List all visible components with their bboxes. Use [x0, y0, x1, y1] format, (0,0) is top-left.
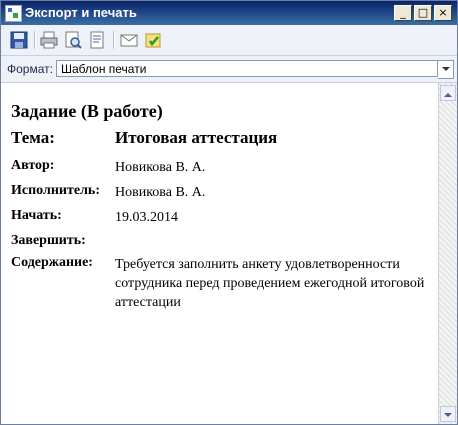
chevron-down-icon[interactable]: [438, 60, 454, 79]
field-row-finish: Завершить:: [11, 233, 431, 249]
theme-label: Тема:: [11, 128, 55, 147]
export-icon[interactable]: [143, 30, 163, 50]
field-value: Новикова В. А.: [115, 160, 206, 175]
theme-value: Итоговая аттестация: [115, 128, 278, 147]
field-label: Завершить:: [11, 233, 86, 248]
theme-row: Тема: Итоговая аттестация: [11, 128, 431, 148]
print-icon[interactable]: [39, 30, 59, 50]
print-preview-icon[interactable]: [63, 30, 83, 50]
scroll-up-icon[interactable]: [440, 85, 456, 101]
field-label: Начать:: [11, 208, 62, 223]
window-controls: _ □ ×: [394, 5, 452, 21]
field-value: 19.03.2014: [115, 210, 178, 225]
maximize-button[interactable]: □: [414, 5, 432, 21]
app-icon: [5, 5, 22, 22]
field-row-author: Автор: Новикова В. А.: [11, 158, 431, 177]
format-label: Формат:: [7, 62, 53, 76]
page-setup-icon[interactable]: [87, 30, 107, 50]
field-value: Требуется заполнить анкету удовлетворенн…: [115, 257, 425, 310]
field-value: [115, 233, 431, 249]
title-bar[interactable]: Экспорт и печать _ □ ×: [1, 1, 457, 25]
export-print-window: Экспорт и печать _ □ × Формат: Шаблон пе…: [0, 0, 458, 425]
format-select[interactable]: Шаблон печати: [56, 60, 438, 77]
field-row-content: Содержание: Требуется заполнить анкету у…: [11, 255, 431, 312]
field-label: Содержание:: [11, 255, 93, 270]
field-row-start: Начать: 19.03.2014: [11, 208, 431, 227]
document-viewer: Задание (В работе) Тема: Итоговая аттест…: [1, 83, 457, 424]
save-icon[interactable]: [9, 30, 29, 50]
scroll-down-icon[interactable]: [440, 406, 456, 422]
document-heading: Задание (В работе): [11, 101, 163, 121]
toolbar: [1, 25, 457, 56]
minimize-button[interactable]: _: [394, 5, 412, 21]
format-row: Формат: Шаблон печати: [1, 56, 457, 83]
field-value: Новикова В. А.: [115, 185, 206, 200]
close-button[interactable]: ×: [434, 5, 452, 21]
field-label: Исполнитель:: [11, 183, 100, 198]
window-title: Экспорт и печать: [25, 5, 137, 20]
field-row-executor: Исполнитель: Новикова В. А.: [11, 183, 431, 202]
email-icon[interactable]: [119, 30, 139, 50]
field-label: Автор:: [11, 158, 55, 173]
document-content: Задание (В работе) Тема: Итоговая аттест…: [11, 101, 431, 318]
vertical-scrollbar[interactable]: [438, 83, 457, 424]
